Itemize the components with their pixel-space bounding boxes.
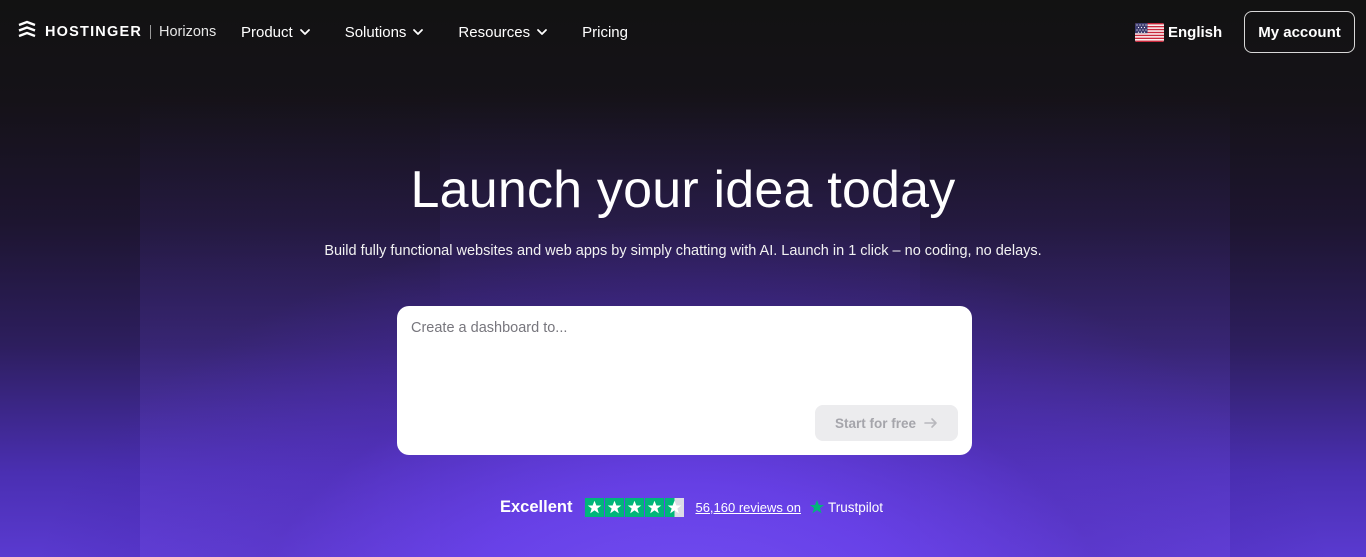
star-icon [665,497,685,517]
product-name: Horizons [159,24,217,40]
arrow-right-icon [924,418,937,428]
top-navigation-bar: HOSTINGER Horizons Product Solutions Res… [0,0,1366,64]
prompt-card: Start for free [397,306,972,455]
nav-item-label: Resources [458,23,531,41]
trustpilot-rating: Excellent 56,160 reviews on Trustpilot [500,496,883,518]
brand-divider [150,25,151,39]
trustpilot-logo[interactable]: Trustpilot [809,499,883,515]
nav-item-label: Solutions [344,23,407,41]
nav-item-pricing[interactable]: Pricing [582,24,628,41]
language-label: English [1168,23,1223,41]
star-rating [585,497,685,517]
hero-title: Launch your idea today [410,161,956,219]
trustpilot-label: Trustpilot [827,499,883,515]
nav-item-solutions[interactable]: Solutions [345,24,425,41]
rating-label: Excellent [500,497,573,516]
chevron-down-icon [413,29,424,35]
nav-item-label: Pricing [582,23,628,41]
brand-name: HOSTINGER [45,24,142,40]
start-button-label: Start for free [834,415,917,431]
nav-item-product[interactable]: Product [241,24,311,41]
nav-item-resources[interactable]: Resources [458,24,548,41]
hero-subtitle: Build fully functional websites and web … [324,243,1042,259]
star-icon [585,497,605,517]
star-icon [625,497,645,517]
my-account-button[interactable]: My account [1244,11,1355,53]
reviews-link[interactable]: 56,160 reviews on [695,500,801,515]
main-nav: Product Solutions Resources Pricing [241,20,628,44]
language-selector[interactable]: English [1135,21,1222,43]
nav-item-label: Product [241,23,293,41]
star-icon [645,497,665,517]
trustpilot-star-icon [809,500,825,514]
start-for-free-button[interactable]: Start for free [815,405,958,441]
star-icon [605,497,625,517]
chevron-down-icon [537,29,548,35]
prompt-input[interactable] [411,320,956,400]
hostinger-logo-icon [17,20,37,45]
logo[interactable]: HOSTINGER Horizons [17,20,217,45]
chevron-down-icon [299,29,310,35]
us-flag-icon [1135,22,1164,42]
